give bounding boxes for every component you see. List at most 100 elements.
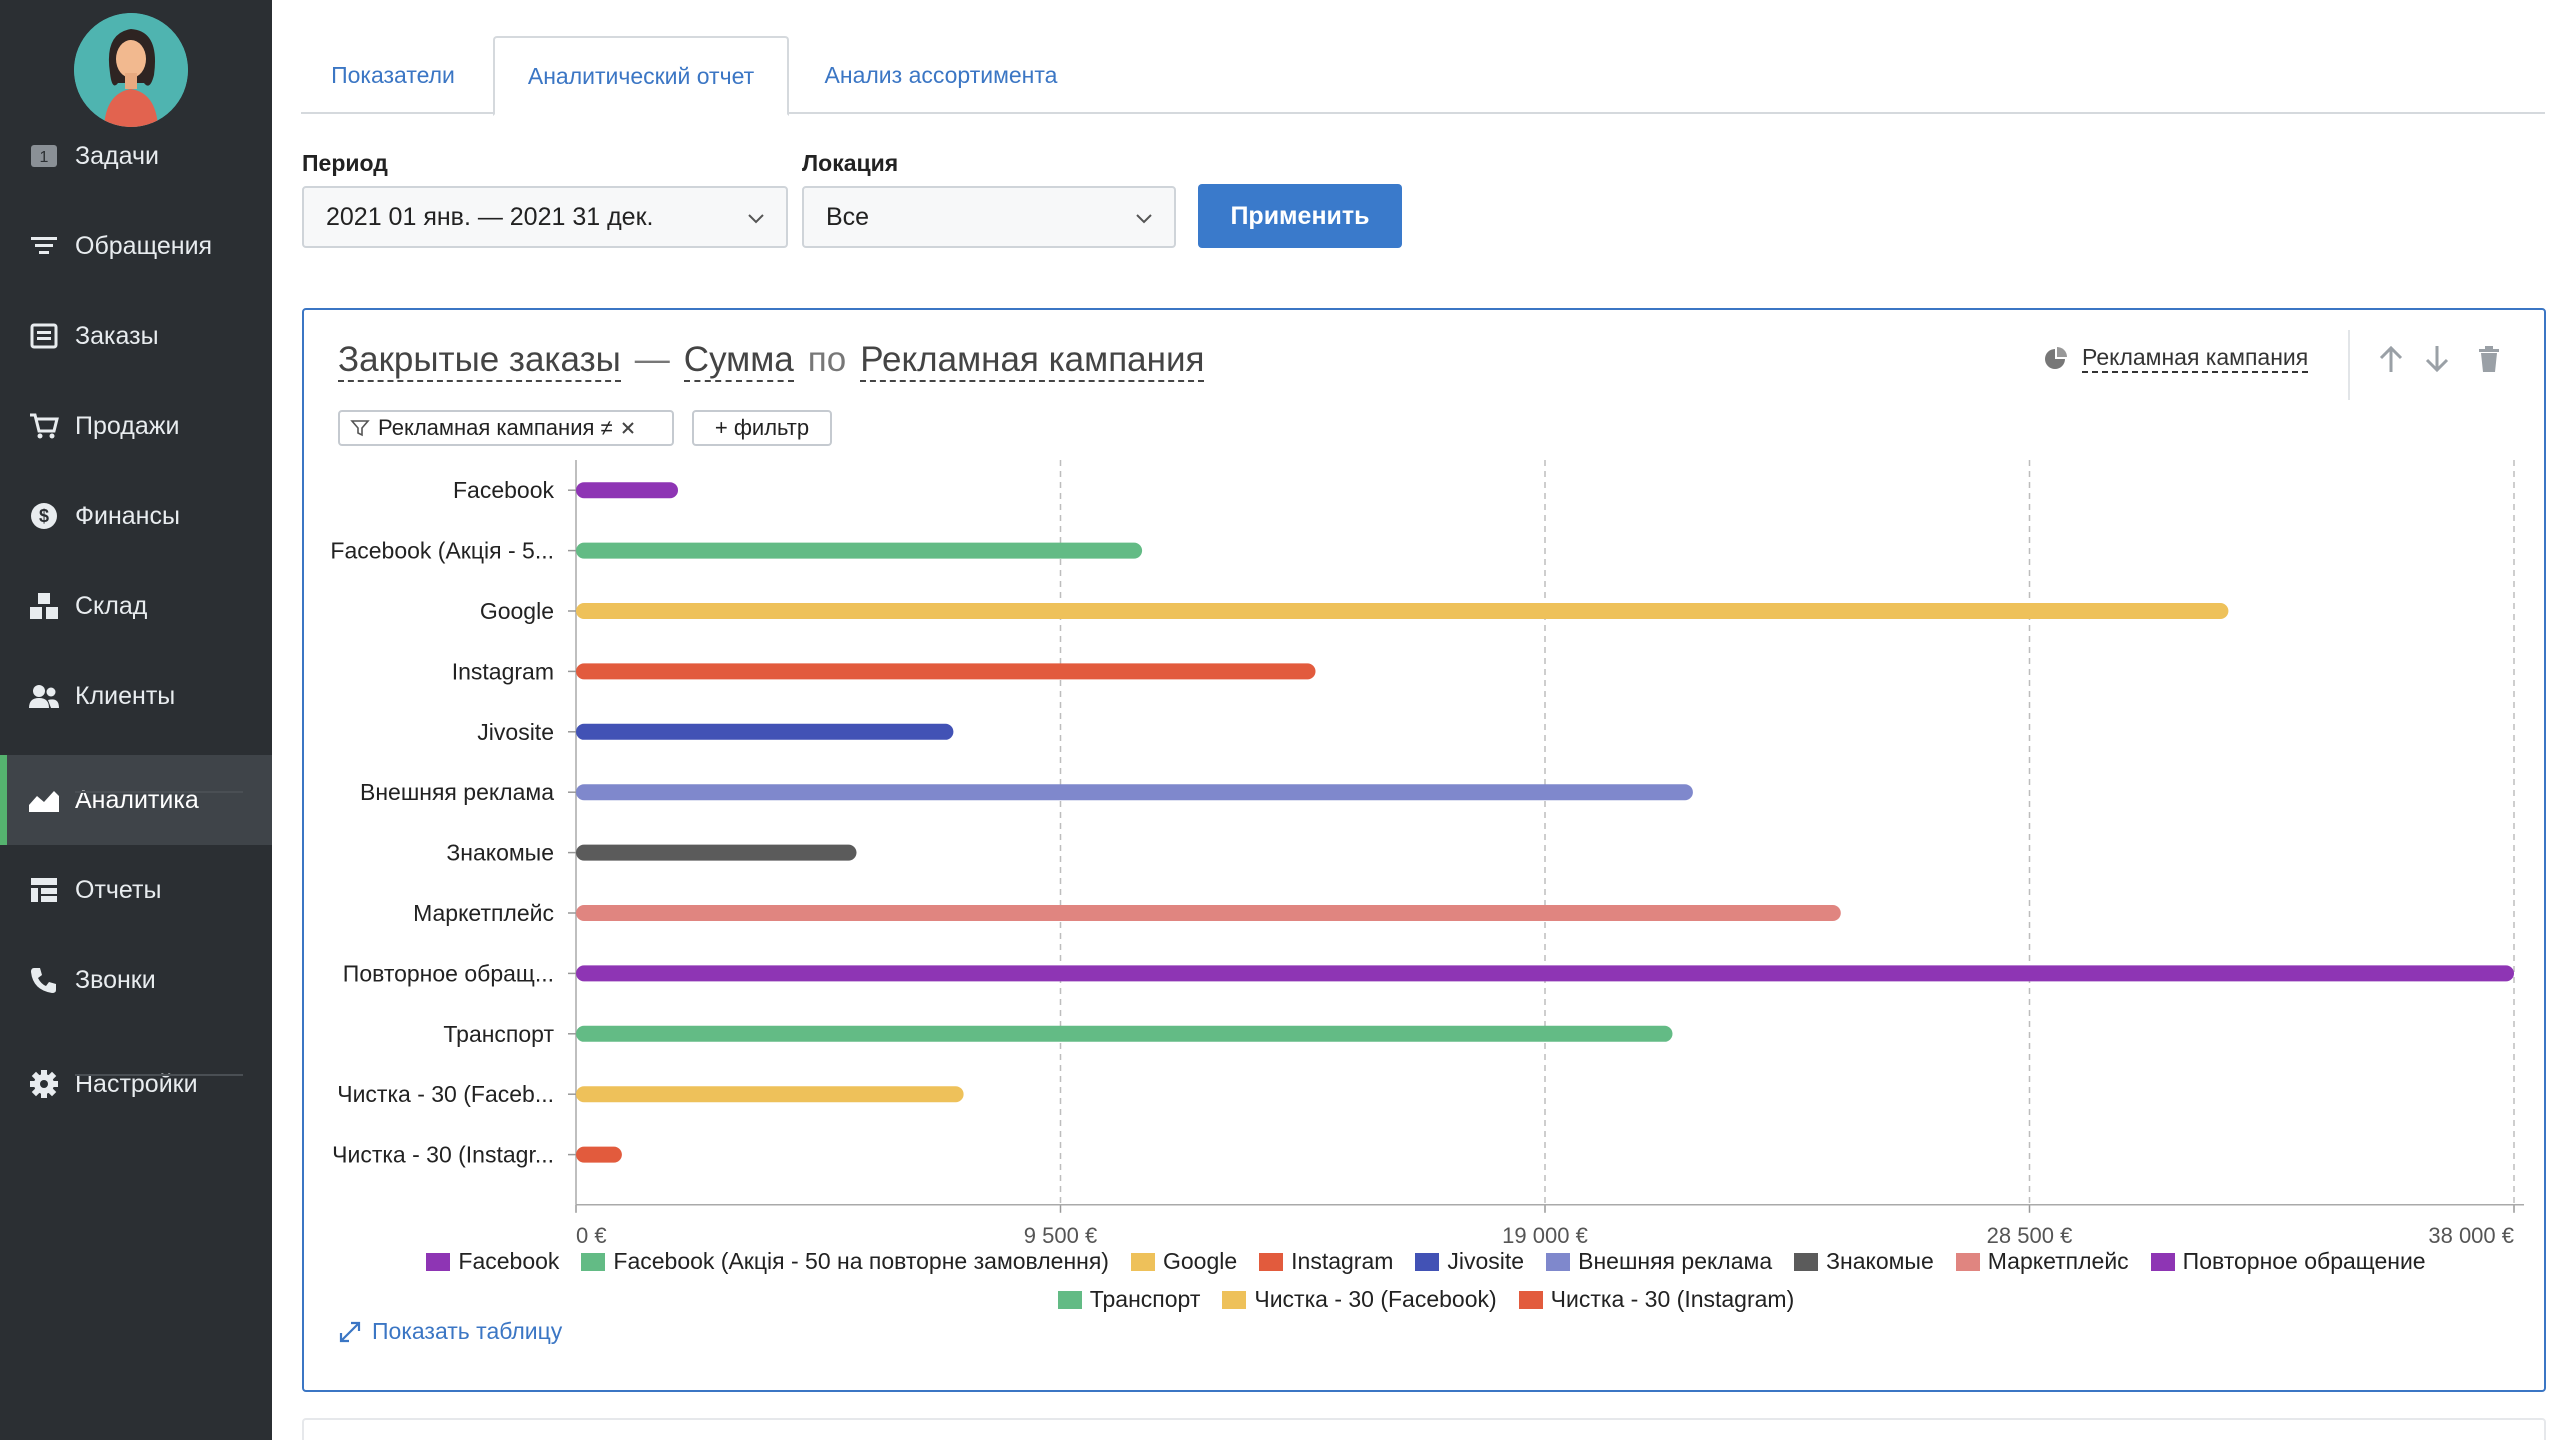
legend-item[interactable]: Чистка - 30 (Instagram) [1518, 1286, 1795, 1313]
bar[interactable] [576, 663, 1316, 680]
sidebar-item-7[interactable]: Аналитика [0, 755, 272, 845]
tab-indicators[interactable]: Показатели [301, 36, 485, 114]
period-value: 2021 01 янв. — 2021 31 дек. [326, 202, 654, 231]
show-table-link[interactable]: Показать таблицу [338, 1318, 562, 1345]
location-value: Все [826, 202, 870, 231]
y-category-label: Instagram [452, 658, 554, 684]
next-widget-card [302, 1418, 2546, 1440]
bar[interactable] [576, 482, 678, 499]
sidebar-item-label: Клиенты [75, 681, 176, 710]
move-down-button[interactable] [2420, 342, 2454, 376]
sidebar-item-label: Обращения [75, 231, 213, 260]
y-category-label: Транспорт [443, 1021, 554, 1047]
bar[interactable] [576, 965, 2514, 982]
y-category-label: Facebook [453, 477, 555, 503]
tab-assortment-analysis[interactable]: Анализ ассортимента [791, 36, 1091, 114]
sidebar-item-1[interactable]: Обращения [0, 201, 272, 291]
legend-item[interactable]: Чистка - 30 (Facebook) [1222, 1286, 1497, 1313]
sidebar-divider [75, 1074, 243, 1076]
funnel-icon [350, 420, 370, 437]
y-category-label: Внешняя реклама [360, 779, 554, 805]
delete-button[interactable] [2472, 342, 2506, 376]
y-category-label: Маркетплейс [413, 900, 554, 926]
legend-item[interactable]: Повторное обращение [2150, 1248, 2426, 1275]
period-select[interactable]: 2021 01 янв. — 2021 31 дек. [302, 186, 788, 248]
widget-title: Закрытые заказы — Сумма по Рекламная кам… [338, 340, 1205, 382]
legend-item[interactable]: Транспорт [1057, 1286, 1201, 1313]
legend-swatch [1546, 1252, 1571, 1271]
bar[interactable] [576, 542, 1143, 559]
legend-swatch [1518, 1290, 1543, 1309]
location-label: Локация [802, 150, 899, 176]
legend-label: Facebook [458, 1248, 560, 1274]
close-icon[interactable] [621, 421, 635, 435]
task-badge-icon: 1 [28, 140, 60, 172]
legend-label: Внешняя реклама [1578, 1248, 1773, 1274]
legend-swatch [426, 1252, 451, 1271]
sidebar-item-label: Звонки [75, 965, 156, 994]
legend-label: Транспорт [1089, 1286, 1201, 1312]
sidebar-item-0[interactable]: 1 Задачи [0, 111, 272, 201]
legend-item[interactable]: Facebook [426, 1248, 559, 1275]
y-category-label: Повторное обращ... [343, 960, 554, 986]
chevron-down-icon [1136, 214, 1152, 224]
bar[interactable] [576, 1146, 622, 1163]
legend-label: Чистка - 30 (Instagram) [1550, 1286, 1795, 1312]
y-category-label: Jivosite [477, 719, 554, 745]
location-select[interactable]: Все [802, 186, 1176, 248]
bar[interactable] [576, 603, 2229, 619]
legend-label: Маркетплейс [1987, 1248, 2129, 1274]
bar[interactable] [576, 723, 954, 740]
add-filter-button[interactable]: + фильтр [692, 410, 832, 446]
tab-analytic-report[interactable]: Аналитический отчет [493, 36, 789, 116]
sidebar-item-10[interactable]: Настройки [0, 1039, 272, 1129]
x-tick-label: 0 € [576, 1223, 607, 1248]
user-avatar-icon [74, 13, 188, 127]
svg-text:$: $ [39, 506, 49, 526]
move-up-button[interactable] [2374, 342, 2408, 376]
add-filter-label: + фильтр [714, 415, 810, 440]
sidebar-item-2[interactable]: Заказы [0, 291, 272, 381]
legend-item[interactable]: Знакомые [1794, 1248, 1934, 1275]
cart-icon [28, 410, 60, 442]
bar[interactable] [576, 1086, 964, 1103]
bar[interactable] [576, 784, 1693, 801]
sidebar-item-4[interactable]: $ Финансы [0, 471, 272, 561]
sidebar-item-label: Склад [75, 591, 148, 620]
title-dash: — [634, 340, 670, 379]
sidebar-item-3[interactable]: Продажи [0, 381, 272, 471]
sidebar-item-6[interactable]: Клиенты [0, 651, 272, 741]
legend-label: Повторное обращение [2182, 1248, 2426, 1274]
grouping-selector[interactable]: Рекламная кампания [2042, 344, 2309, 373]
legend-item[interactable]: Jivosite [1415, 1248, 1524, 1275]
legend-item[interactable]: Google [1130, 1248, 1237, 1275]
filter-chip[interactable]: Рекламная кампания ≠ [338, 410, 674, 446]
legend-item[interactable]: Внешняя реклама [1546, 1248, 1772, 1275]
title-aggregation-link[interactable]: Сумма [683, 340, 794, 382]
legend-item[interactable]: Instagram [1259, 1248, 1393, 1275]
title-dimension-link[interactable]: Рекламная кампания [860, 340, 1205, 382]
apply-button[interactable]: Применить [1198, 184, 1402, 248]
legend-swatch [1130, 1252, 1155, 1271]
legend-label: Знакомые [1826, 1248, 1934, 1274]
sidebar: 1 Задачи Обращения Заказы Продажи $ Финансы Скл… [0, 0, 272, 1440]
users-icon [28, 680, 60, 712]
y-category-label: Чистка - 30 (Instagr... [332, 1142, 554, 1168]
legend-swatch [1794, 1252, 1819, 1271]
legend-swatch [1955, 1252, 1980, 1271]
legend-item[interactable]: Facebook (Акція - 50 на повторне замовле… [581, 1248, 1109, 1275]
bar[interactable] [576, 905, 1841, 921]
reports-icon [28, 874, 60, 906]
sidebar-item-label: Задачи [75, 141, 159, 170]
sidebar-item-9[interactable]: Звонки [0, 935, 272, 1025]
chevron-down-icon [748, 214, 764, 224]
bar[interactable] [576, 844, 857, 861]
sidebar-item-8[interactable]: Отчеты [0, 845, 272, 935]
bar[interactable] [576, 1025, 1673, 1042]
legend-item[interactable]: Маркетплейс [1955, 1248, 2129, 1275]
grouping-label: Рекламная кампания [2082, 344, 2309, 373]
title-by: по [807, 340, 847, 379]
avatar[interactable] [74, 13, 188, 127]
sidebar-item-5[interactable]: Склад [0, 561, 272, 651]
title-metric-link[interactable]: Закрытые заказы [338, 340, 621, 382]
